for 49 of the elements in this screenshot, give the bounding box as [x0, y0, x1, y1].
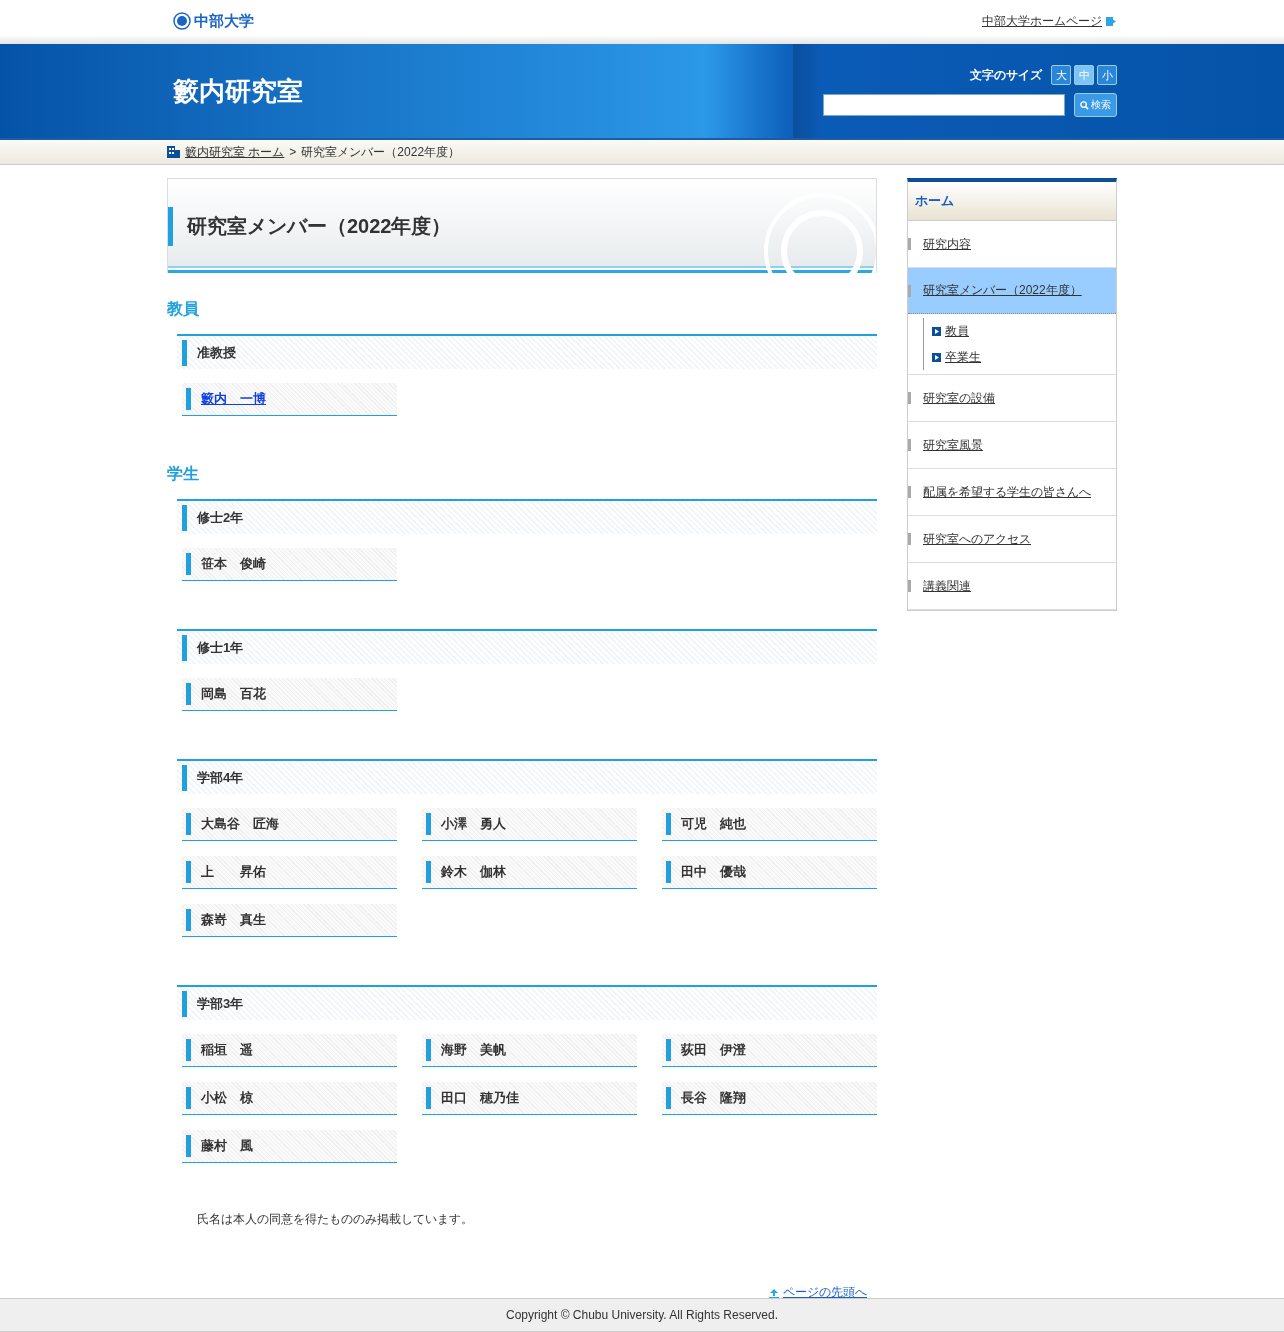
- sidebar-home-link[interactable]: ホーム: [915, 192, 954, 210]
- member-name: 上 昇佑: [186, 861, 276, 883]
- sidebar-subitem-link[interactable]: 教員: [945, 322, 969, 340]
- square-bullet-icon: [932, 352, 941, 362]
- member-name: 荻田 伊澄: [666, 1039, 756, 1061]
- search-icon: [1080, 100, 1089, 110]
- member-name-link[interactable]: 籔内 一博: [186, 388, 276, 410]
- member-name: 小澤 勇人: [426, 813, 516, 835]
- sidebar-subitem-link[interactable]: 卒業生: [945, 348, 981, 366]
- breadcrumb-current: 研究室メンバー（2022年度）: [301, 143, 461, 161]
- page-title: 研究室メンバー（2022年度）: [168, 206, 466, 246]
- member-name: 田中 優哉: [666, 861, 756, 883]
- copyright-text: Copyright © Chubu University. All Rights Reserved.: [0, 1298, 1284, 1332]
- member-name: 大島谷 匠海: [186, 813, 289, 835]
- member-name: 長谷 隆翔: [666, 1087, 756, 1109]
- font-size-button[interactable]: 小: [1097, 65, 1117, 85]
- member-name: 鈴木 伽林: [426, 861, 516, 883]
- external-link-icon: [1106, 15, 1117, 27]
- font-size-label: 文字のサイズ: [970, 66, 1042, 84]
- section-heading: 学生: [167, 464, 200, 484]
- member-name: 藤村 風: [186, 1135, 263, 1157]
- group-heading: 学部4年: [182, 764, 254, 791]
- search-field[interactable]: [823, 94, 1065, 116]
- group-heading: 学部3年: [182, 990, 254, 1017]
- member-name: 海野 美帆: [426, 1039, 516, 1061]
- member-name: 田口 穂乃佳: [426, 1087, 529, 1109]
- university-emblem-icon: [173, 12, 191, 30]
- breadcrumb-home-link[interactable]: 籔内研究室 ホーム: [185, 143, 285, 161]
- section-heading: 教員: [167, 299, 200, 319]
- back-to-top-link[interactable]: ページの先頭へ: [783, 1284, 867, 1301]
- group-heading: 准教授: [182, 339, 246, 366]
- font-size-button[interactable]: 大: [1051, 65, 1071, 85]
- member-name: 可児 純也: [666, 813, 756, 835]
- site-title: 籔内研究室: [173, 74, 303, 108]
- building-icon: [167, 146, 180, 158]
- note-text: 氏名は本人の同意を得たもののみ掲載しています。: [197, 1211, 474, 1228]
- up-arrow-icon: [769, 1287, 779, 1298]
- member-name: 笹本 俊崎: [186, 553, 276, 575]
- group-heading: 修士1年: [182, 634, 254, 661]
- group-heading: 修士2年: [182, 504, 254, 531]
- university-logo[interactable]: 中部大学: [194, 11, 254, 31]
- square-bullet-icon: [932, 326, 941, 336]
- sidebar-item[interactable]: 研究室メンバー（2022年度）: [908, 268, 1116, 314]
- member-name: 岡島 百花: [186, 683, 276, 705]
- breadcrumb-separator: >: [289, 145, 297, 159]
- university-home-link[interactable]: 中部大学ホームページ: [982, 12, 1102, 30]
- member-name: 森嵜 真生: [186, 909, 276, 931]
- member-name: 小松 椋: [186, 1087, 263, 1109]
- member-name: 稲垣 遥: [186, 1039, 263, 1061]
